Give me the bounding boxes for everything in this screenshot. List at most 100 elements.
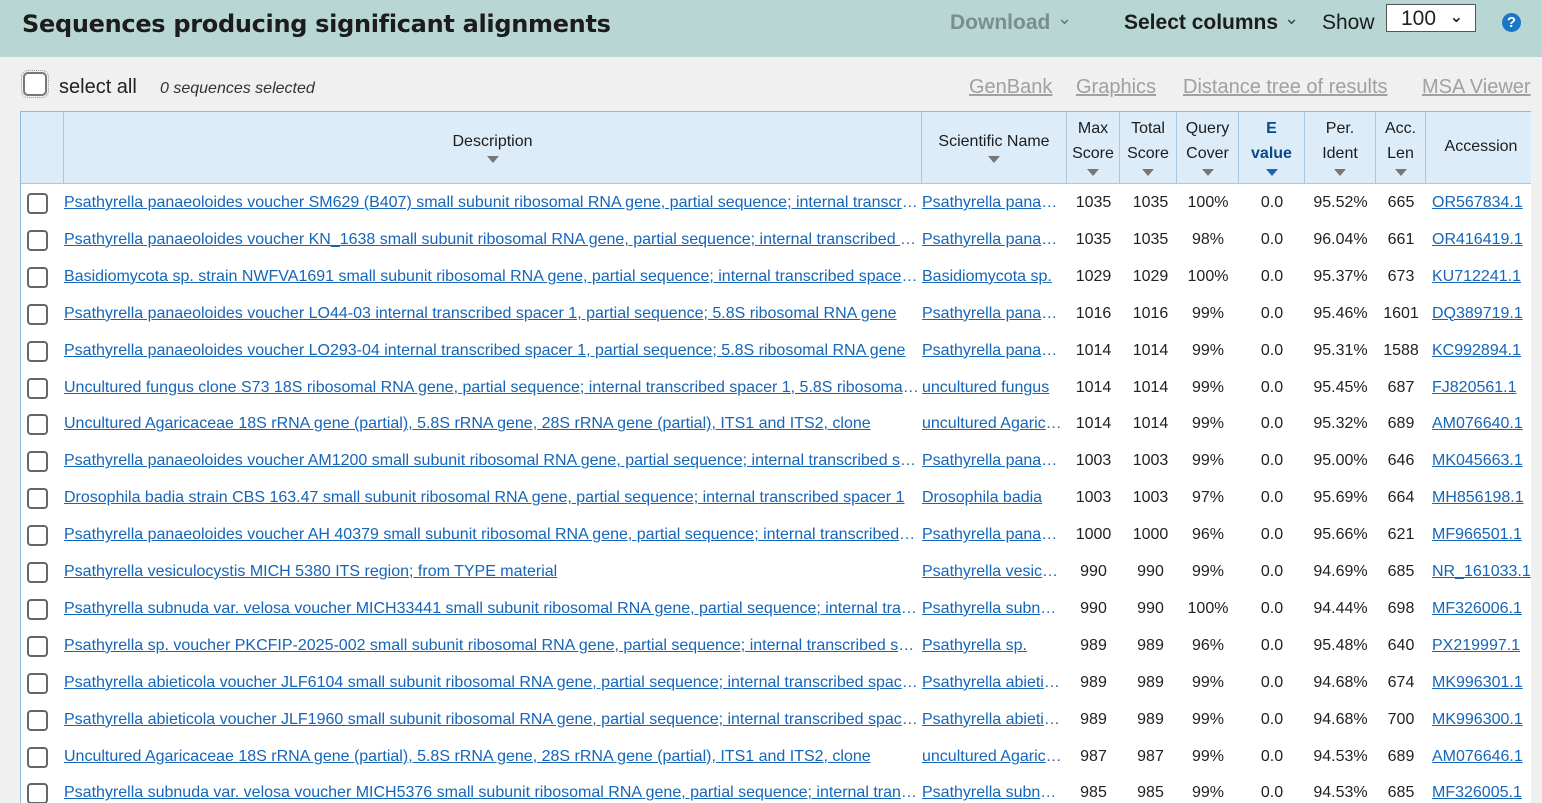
sort-icon[interactable]	[486, 156, 499, 163]
accession-link[interactable]: MF966501.1	[1432, 516, 1531, 553]
max-score: 1000	[1075, 526, 1112, 544]
row-checkbox[interactable]	[27, 783, 48, 803]
header-description[interactable]: Description	[64, 112, 922, 184]
description-link[interactable]: Psathyrella panaeoloides voucher AH 4037…	[64, 516, 919, 553]
scientific-name-link[interactable]: uncultured Agaricaceae	[922, 738, 1065, 775]
select-columns-button[interactable]: Select columns	[1124, 11, 1278, 35]
sort-icon[interactable]	[1394, 169, 1407, 176]
header-scientific-name[interactable]: Scientific Name	[922, 112, 1067, 184]
description-link[interactable]: Psathyrella panaeoloides voucher LO44-03…	[64, 295, 919, 332]
description-link[interactable]: Uncultured Agaricaceae 18S rRNA gene (pa…	[64, 738, 919, 775]
msa-viewer-link[interactable]: MSA Viewer	[1422, 76, 1531, 99]
header-per-ident[interactable]: Per. Ident	[1305, 112, 1376, 184]
row-checkbox[interactable]	[27, 266, 48, 288]
select-all-checkbox[interactable]	[21, 70, 49, 98]
accession-link[interactable]: OR416419.1	[1432, 221, 1531, 258]
row-checkbox[interactable]	[27, 488, 48, 510]
description-link[interactable]: Psathyrella panaeoloides voucher SM629 (…	[64, 184, 919, 221]
accession-link[interactable]: MK996300.1	[1432, 701, 1531, 738]
row-checkbox[interactable]	[27, 229, 48, 251]
description-link[interactable]: Psathyrella sp. voucher PKCFIP-2025-002 …	[64, 627, 919, 664]
row-checkbox[interactable]	[27, 340, 48, 362]
row-checkbox[interactable]	[27, 672, 48, 694]
help-icon[interactable]: ?	[1502, 13, 1521, 32]
description-link[interactable]: Psathyrella abieticola voucher JLF1960 s…	[64, 701, 919, 738]
description-link[interactable]: Psathyrella vesiculocystis MICH 5380 ITS…	[64, 553, 919, 590]
header-e-value[interactable]: E value	[1239, 112, 1305, 184]
scientific-name-link[interactable]: Psathyrella sp.	[922, 627, 1065, 664]
sort-icon[interactable]	[988, 156, 1000, 163]
accession-link[interactable]: KU712241.1	[1432, 258, 1531, 295]
scientific-name-link[interactable]: Psathyrella panaeoloides	[922, 442, 1065, 479]
row-checkbox[interactable]	[27, 635, 48, 657]
sort-icon[interactable]	[1201, 169, 1214, 176]
header-max-score[interactable]: Max Score	[1067, 112, 1120, 184]
description-link[interactable]: Uncultured fungus clone S73 18S ribosoma…	[64, 369, 919, 406]
description-link[interactable]: Psathyrella abieticola voucher JLF6104 s…	[64, 664, 919, 701]
row-checkbox[interactable]	[27, 562, 48, 583]
sort-icon[interactable]	[1265, 169, 1278, 176]
row-checkbox[interactable]	[27, 525, 48, 547]
graphics-link[interactable]: Graphics	[1076, 76, 1156, 99]
description-link[interactable]: Drosophila badia strain CBS 163.47 small…	[64, 479, 919, 516]
scientific-name-link[interactable]: Psathyrella panaeoloides	[922, 221, 1065, 258]
description-link[interactable]: Psathyrella subnuda var. velosa voucher …	[64, 590, 919, 627]
accession-link[interactable]: PX219997.1	[1432, 627, 1531, 664]
accession-link[interactable]: AM076646.1	[1432, 738, 1531, 775]
description-link[interactable]: Basidiomycota sp. strain NWFVA1691 small…	[64, 258, 919, 295]
scientific-name-link[interactable]: Psathyrella panaeoloides	[922, 332, 1065, 369]
select-all-label[interactable]: select all	[59, 76, 137, 99]
description-link[interactable]: Psathyrella panaeoloides voucher KN_1638…	[64, 221, 919, 258]
per-ident: 95.37%	[1313, 267, 1368, 285]
row-checkbox[interactable]	[27, 377, 48, 399]
scientific-name-link[interactable]: Basidiomycota sp.	[922, 258, 1065, 295]
accession-link[interactable]: MF326005.1	[1432, 774, 1531, 803]
show-count-select[interactable]: 100 ⌄	[1386, 4, 1476, 32]
chevron-down-icon[interactable]: ⌄	[1057, 8, 1072, 29]
scientific-name-link[interactable]: Psathyrella panaeoloides	[922, 516, 1065, 553]
description-link[interactable]: Psathyrella panaeoloides voucher AM1200 …	[64, 442, 919, 479]
accession-link[interactable]: OR567834.1	[1432, 184, 1531, 221]
scientific-name-link[interactable]: Psathyrella abieticola	[922, 664, 1065, 701]
accession-link[interactable]: KC992894.1	[1432, 332, 1531, 369]
scientific-name-link[interactable]: Drosophila badia	[922, 479, 1065, 516]
row-checkbox[interactable]	[27, 746, 48, 768]
header-acc-len[interactable]: Acc. Len	[1376, 112, 1426, 184]
scientific-name-link[interactable]: uncultured Agaricaceae	[922, 405, 1065, 442]
row-checkbox[interactable]	[27, 303, 48, 325]
download-button[interactable]: Download	[950, 11, 1050, 35]
accession-link[interactable]: AM076640.1	[1432, 405, 1531, 442]
accession-link[interactable]: FJ820561.1	[1432, 369, 1531, 406]
scientific-name-link[interactable]: Psathyrella abieticola	[922, 701, 1065, 738]
sort-icon[interactable]	[1334, 169, 1346, 176]
accession-link[interactable]: MF326006.1	[1432, 590, 1531, 627]
sort-icon[interactable]	[1142, 169, 1154, 176]
accession-link[interactable]: MK045663.1	[1432, 442, 1531, 479]
accession-link[interactable]: NR_161033.1	[1432, 553, 1531, 590]
header-query-cover[interactable]: Query Cover	[1177, 112, 1239, 184]
scientific-name-link[interactable]: Psathyrella panaeoloides	[922, 184, 1065, 221]
row-checkbox[interactable]	[27, 709, 48, 731]
row-checkbox[interactable]	[27, 451, 48, 473]
distance-tree-link[interactable]: Distance tree of results	[1183, 76, 1388, 99]
e-value: 0.0	[1260, 341, 1284, 359]
description-link[interactable]: Uncultured Agaricaceae 18S rRNA gene (pa…	[64, 405, 919, 442]
scientific-name-link[interactable]: Psathyrella subnuda	[922, 774, 1065, 803]
scientific-name-link[interactable]: Psathyrella vesiculocystis	[922, 553, 1065, 590]
genbank-link[interactable]: GenBank	[969, 76, 1052, 99]
row-checkbox[interactable]	[27, 598, 48, 620]
row-checkbox[interactable]	[27, 414, 48, 436]
sort-icon[interactable]	[1087, 169, 1099, 176]
scientific-name-link[interactable]: uncultured fungus	[922, 369, 1065, 406]
scientific-name-link[interactable]: Psathyrella subnuda	[922, 590, 1065, 627]
description-link[interactable]: Psathyrella subnuda var. velosa voucher …	[64, 774, 919, 803]
header-accession[interactable]: Accession	[1426, 112, 1531, 184]
scientific-name-link[interactable]: Psathyrella panaeoloides	[922, 295, 1065, 332]
accession-link[interactable]: DQ389719.1	[1432, 295, 1531, 332]
header-total-score[interactable]: Total Score	[1120, 112, 1177, 184]
accession-link[interactable]: MH856198.1	[1432, 479, 1531, 516]
accession-link[interactable]: MK996301.1	[1432, 664, 1531, 701]
description-link[interactable]: Psathyrella panaeoloides voucher LO293-0…	[64, 332, 919, 369]
row-checkbox[interactable]	[27, 193, 48, 214]
chevron-down-icon[interactable]: ⌄	[1284, 8, 1299, 29]
